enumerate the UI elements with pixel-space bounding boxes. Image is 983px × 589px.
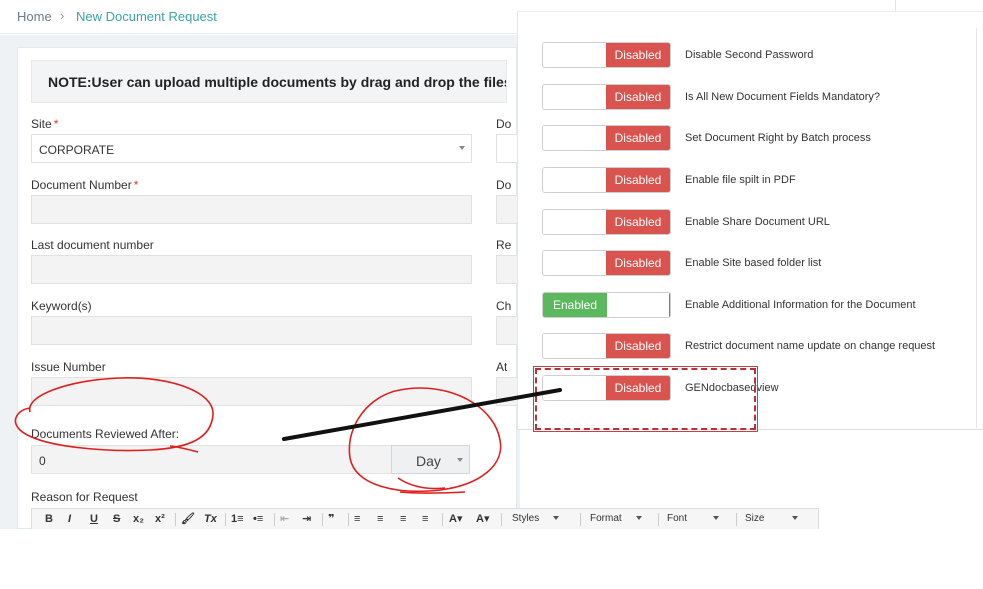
panel-header-divider	[895, 0, 896, 12]
align-left-icon[interactable]: ≡	[354, 512, 360, 526]
toolbar-divider	[501, 513, 502, 526]
keywords-label: Keyword(s)	[31, 299, 92, 313]
annotation-highlight-box	[533, 366, 758, 432]
underline-button[interactable]: U	[90, 512, 98, 526]
breadcrumb-current: New Document Request	[76, 9, 217, 24]
styles-combo[interactable]: Styles	[512, 513, 560, 524]
numbered-list-icon[interactable]: 1≡	[231, 512, 244, 526]
toggle-additional-information[interactable]: Enabled	[542, 292, 671, 318]
breadcrumb-home-link[interactable]: Home	[17, 9, 52, 24]
right-column-label: Ch	[496, 299, 512, 313]
toggle-all-fields-mandatory[interactable]: Disabled	[542, 84, 671, 110]
editor-toolbar: B I U S x₂ x² 🖌 Tx 1≡ •≡ ⇤ ⇥ ❞ ≡ ≡ ≡ ≡ A…	[31, 508, 819, 529]
remove-format-button[interactable]: Tx	[204, 512, 217, 526]
toolbar-divider	[736, 513, 737, 526]
required-marker: *	[133, 178, 139, 192]
review-period-unit-value: Day	[416, 453, 441, 469]
setting-label: Is All New Document Fields Mandatory?	[685, 91, 881, 103]
settings-panel-header	[517, 0, 983, 12]
toolbar-divider	[322, 513, 323, 526]
toolbar-divider	[175, 513, 176, 526]
reason-for-request-label: Reason for Request	[31, 490, 138, 504]
toggle-restrict-name-update[interactable]: Disabled	[542, 333, 671, 359]
chevron-down-icon	[792, 516, 799, 521]
strikethrough-button[interactable]: S	[113, 512, 120, 526]
chevron-down-icon	[457, 458, 463, 462]
documents-reviewed-after-input[interactable]: 0	[31, 445, 393, 474]
outdent-icon[interactable]: ⇤	[280, 512, 289, 526]
toggle-site-folder-list[interactable]: Disabled	[542, 250, 671, 276]
setting-label: Set Document Right by Batch process	[685, 132, 871, 144]
paint-brush-icon[interactable]: 🖌	[181, 512, 195, 526]
indent-icon[interactable]: ⇥	[302, 512, 311, 526]
size-combo[interactable]: Size	[745, 513, 799, 524]
site-label: Site *	[31, 117, 59, 131]
bulleted-list-icon[interactable]: •≡	[253, 512, 263, 526]
right-column-label: Do	[496, 117, 512, 131]
superscript-button[interactable]: x²	[155, 512, 165, 526]
documents-reviewed-after-label: Documents Reviewed After:	[31, 427, 180, 441]
review-period-unit-select[interactable]: Day	[391, 445, 470, 474]
format-combo[interactable]: Format	[590, 513, 642, 524]
last-document-number-label: Last document number	[31, 238, 154, 252]
setting-label: Enable Share Document URL	[685, 216, 830, 228]
document-number-label: Document Number *	[31, 178, 139, 192]
panel-edge	[976, 28, 977, 428]
subscript-button[interactable]: x₂	[133, 512, 144, 526]
right-column-label: Do	[496, 178, 512, 192]
setting-label: Enable Additional Information for the Do…	[685, 299, 916, 311]
toolbar-divider	[274, 513, 275, 526]
bold-button[interactable]: B	[45, 512, 53, 526]
chevron-down-icon	[553, 516, 560, 521]
toolbar-divider	[348, 513, 349, 526]
setting-label: Restrict document name update on change …	[685, 340, 936, 352]
chevron-down-icon	[635, 516, 642, 521]
align-center-icon[interactable]: ≡	[377, 512, 383, 526]
setting-label: Enable Site based folder list	[685, 257, 822, 269]
background-color-icon[interactable]: A▾	[476, 512, 489, 526]
align-right-icon[interactable]: ≡	[400, 512, 406, 526]
document-number-input[interactable]	[31, 195, 472, 224]
chevron-down-icon	[713, 516, 720, 521]
breadcrumb-separator-icon: ›	[60, 8, 65, 23]
toolbar-divider	[442, 513, 443, 526]
chevron-down-icon	[459, 146, 465, 150]
site-select-value: CORPORATE	[39, 143, 115, 157]
last-document-number-input[interactable]	[31, 255, 472, 284]
setting-label: Enable file spilt in PDF	[685, 174, 796, 186]
align-justify-icon[interactable]: ≡	[422, 512, 428, 526]
toggle-share-document-url[interactable]: Disabled	[542, 209, 671, 235]
setting-label: Disable Second Password	[685, 49, 814, 61]
required-marker: *	[53, 117, 59, 131]
toggle-file-split-pdf[interactable]: Disabled	[542, 167, 671, 193]
toolbar-divider	[580, 513, 581, 526]
upload-note-text: NOTE:User can upload multiple documents …	[48, 74, 507, 90]
issue-number-label: Issue Number	[31, 360, 106, 374]
keywords-input[interactable]	[31, 316, 472, 345]
italic-button[interactable]: I	[68, 512, 71, 526]
blockquote-icon[interactable]: ❞	[328, 512, 334, 526]
toggle-disable-second-password[interactable]: Disabled	[542, 42, 671, 68]
toolbar-divider	[658, 513, 659, 526]
font-combo[interactable]: Font	[667, 513, 720, 524]
issue-number-input[interactable]	[31, 377, 472, 406]
text-color-icon[interactable]: A▾	[449, 512, 462, 526]
right-column-label: Re	[496, 238, 512, 252]
site-select[interactable]: CORPORATE	[31, 134, 472, 163]
right-column-label: At	[496, 360, 508, 374]
toolbar-divider	[225, 513, 226, 526]
toggle-batch-document-right[interactable]: Disabled	[542, 125, 671, 151]
upload-note: NOTE:User can upload multiple documents …	[31, 60, 507, 103]
